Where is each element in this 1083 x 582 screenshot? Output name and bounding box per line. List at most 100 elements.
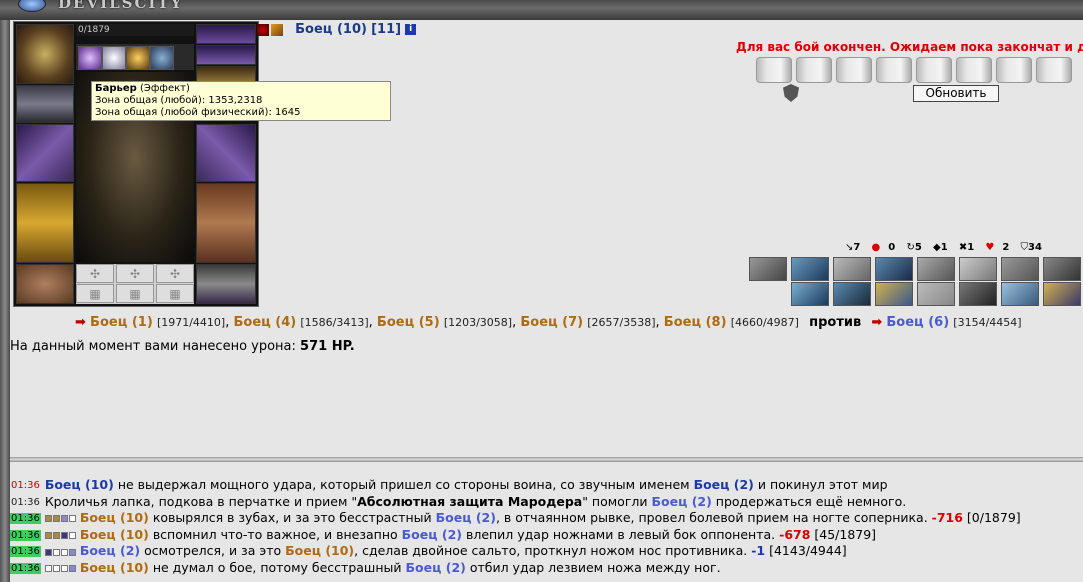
right-weapon-slot[interactable]	[196, 124, 256, 182]
logo-gem-icon	[18, 0, 46, 12]
zone-block-icon	[52, 515, 60, 523]
log-fighter-name[interactable]: Боец (2)	[80, 543, 140, 558]
empty-slot-icon[interactable]: ▦	[156, 284, 194, 303]
zone-block-icon	[68, 548, 76, 556]
scroll-slot[interactable]	[876, 57, 912, 83]
effect-rabbit-icon[interactable]	[102, 46, 126, 70]
log-text: осмотрелся, и за это	[140, 543, 286, 559]
ability-icon[interactable]	[833, 282, 871, 306]
team-member-name[interactable]: Боец (5)	[377, 315, 440, 330]
empty-slot-icon[interactable]: ✣	[116, 264, 154, 283]
boots-slot[interactable]	[196, 264, 256, 304]
team-member-hp: [1971/4410]	[156, 316, 226, 329]
tooltip-title-suffix: (Эффект)	[136, 83, 190, 94]
zone-block-icon	[68, 531, 76, 539]
ability-icon[interactable]	[917, 282, 955, 306]
earring-slot[interactable]	[196, 45, 256, 65]
ability-icon[interactable]	[791, 257, 829, 281]
log-fighter-name[interactable]: Боец (10)	[80, 560, 149, 575]
clan-icon[interactable]	[257, 23, 269, 36]
ability-icon[interactable]	[833, 257, 871, 281]
effect-barrier-icon[interactable]	[150, 46, 174, 70]
amulet-slot[interactable]	[196, 24, 256, 44]
empty-slot-icon[interactable]: ✣	[156, 264, 194, 283]
team-arrow-icon: ➡	[75, 315, 86, 330]
battle-stats: ↘7 ● 0 ↻5 ◆1 ✖1 ♥ 2 ⛉34	[845, 242, 1050, 253]
log-fighter-name[interactable]: Боец (10)	[45, 477, 114, 492]
team-arrow-icon: ➡	[871, 315, 883, 330]
tooltip-line: Зона общая (любой): 1353,2318	[95, 95, 263, 106]
log-text: [4143/4944]	[765, 543, 847, 559]
ability-icon[interactable]	[875, 257, 913, 281]
legs-slot[interactable]	[196, 183, 256, 263]
log-text: не думал о бое, потому бесстрашный	[148, 559, 406, 575]
align-icon[interactable]	[271, 23, 283, 36]
zone-block-icon	[60, 515, 68, 523]
log-divider[interactable]	[10, 457, 1083, 462]
zone-block-icon	[52, 548, 60, 556]
opponent-level: [11]	[371, 22, 402, 37]
log-fighter-name[interactable]: Боец (2)	[406, 560, 466, 575]
ability-icon[interactable]	[791, 282, 829, 306]
log-fighter-name[interactable]: Боец (2)	[651, 494, 711, 509]
refresh-button[interactable]: Обновить	[913, 85, 999, 102]
scroll-slot[interactable]	[1036, 57, 1072, 83]
bracers-slot[interactable]	[16, 85, 74, 123]
ability-icon[interactable]	[1043, 282, 1081, 306]
ability-icon[interactable]	[749, 257, 787, 281]
team-member-name[interactable]: Боец (7)	[520, 315, 583, 330]
ability-icon[interactable]	[917, 257, 955, 281]
ability-icon[interactable]	[1001, 282, 1039, 306]
info-icon[interactable]: i	[405, 24, 417, 35]
log-text: , сделав двойное сальто, проткнул ножом …	[354, 543, 752, 559]
log-timestamp: 01:36	[10, 546, 41, 558]
team-member-name[interactable]: Боец (8)	[664, 315, 727, 330]
left-weapon-slot[interactable]	[16, 124, 74, 182]
log-fighter-name[interactable]: Боец (10)	[80, 527, 149, 542]
ability-icon[interactable]	[875, 282, 913, 306]
scroll-slot[interactable]	[956, 57, 992, 83]
ability-icon[interactable]	[1043, 257, 1081, 281]
scroll-slot[interactable]	[996, 57, 1032, 83]
scroll-slot[interactable]	[756, 57, 792, 83]
team-member-name[interactable]: Боец (1)	[90, 315, 153, 330]
helmet-slot[interactable]	[16, 24, 74, 84]
log-fighter-name[interactable]: Боец (10)	[80, 510, 149, 525]
empty-slot-icon[interactable]: ▦	[116, 284, 154, 303]
zone-block-icon	[52, 565, 60, 573]
team-member-hp: [1586/3413]	[300, 316, 369, 329]
team-member-hp: [1203/3058]	[443, 316, 513, 329]
log-text: влепил удар ножнами в левый бок оппонент…	[461, 526, 780, 542]
team-member-name[interactable]: Боец (6)	[886, 315, 949, 330]
log-timestamp: 01:36	[10, 562, 41, 574]
log-fighter-name[interactable]: Боец (2)	[402, 527, 462, 542]
site-logo[interactable]: DEVILSCITY	[58, 0, 183, 12]
zone-block-icon	[44, 565, 52, 573]
zone-block-icon	[44, 548, 52, 556]
team-member-name[interactable]: Боец (4)	[233, 315, 296, 330]
tooltip-line: Зона общая (любой физический): 1645	[95, 107, 301, 118]
effect-orb-icon[interactable]	[78, 46, 102, 70]
teams-line: ➡ Боец (1) [1971/4410], Боец (4) [1586/3…	[75, 315, 1022, 330]
belt-slot[interactable]	[16, 264, 74, 304]
log-fighter-name[interactable]: Боец (2)	[694, 477, 754, 492]
ability-icon[interactable]	[959, 257, 997, 281]
log-text: отбил удар лезвием ножа между ног.	[465, 559, 721, 575]
ability-icon[interactable]	[1001, 257, 1039, 281]
empty-slot-icon[interactable]: ✣	[76, 264, 114, 283]
hit-zones-indicator	[44, 527, 77, 544]
effect-horseshoe-icon[interactable]	[126, 46, 150, 70]
log-fighter-name[interactable]: Боец (10)	[285, 543, 354, 558]
log-fighter-name[interactable]: Боец (2)	[436, 510, 496, 525]
empty-slot-icon[interactable]: ▦	[76, 284, 114, 303]
scroll-slot[interactable]	[916, 57, 952, 83]
armor-slot[interactable]	[16, 183, 74, 263]
scroll-slot[interactable]	[796, 57, 832, 83]
top-header: DEVILSCITY	[0, 0, 1083, 20]
log-entry: 01:36 Кроличья лапка, подкова в перчатке…	[10, 494, 1083, 511]
scroll-slot[interactable]	[836, 57, 872, 83]
ability-icon[interactable]	[959, 282, 997, 306]
stat-counter: ↻5	[906, 242, 922, 253]
opponent-name[interactable]: Боец (10)	[295, 22, 367, 37]
hit-zones-indicator	[44, 560, 77, 576]
